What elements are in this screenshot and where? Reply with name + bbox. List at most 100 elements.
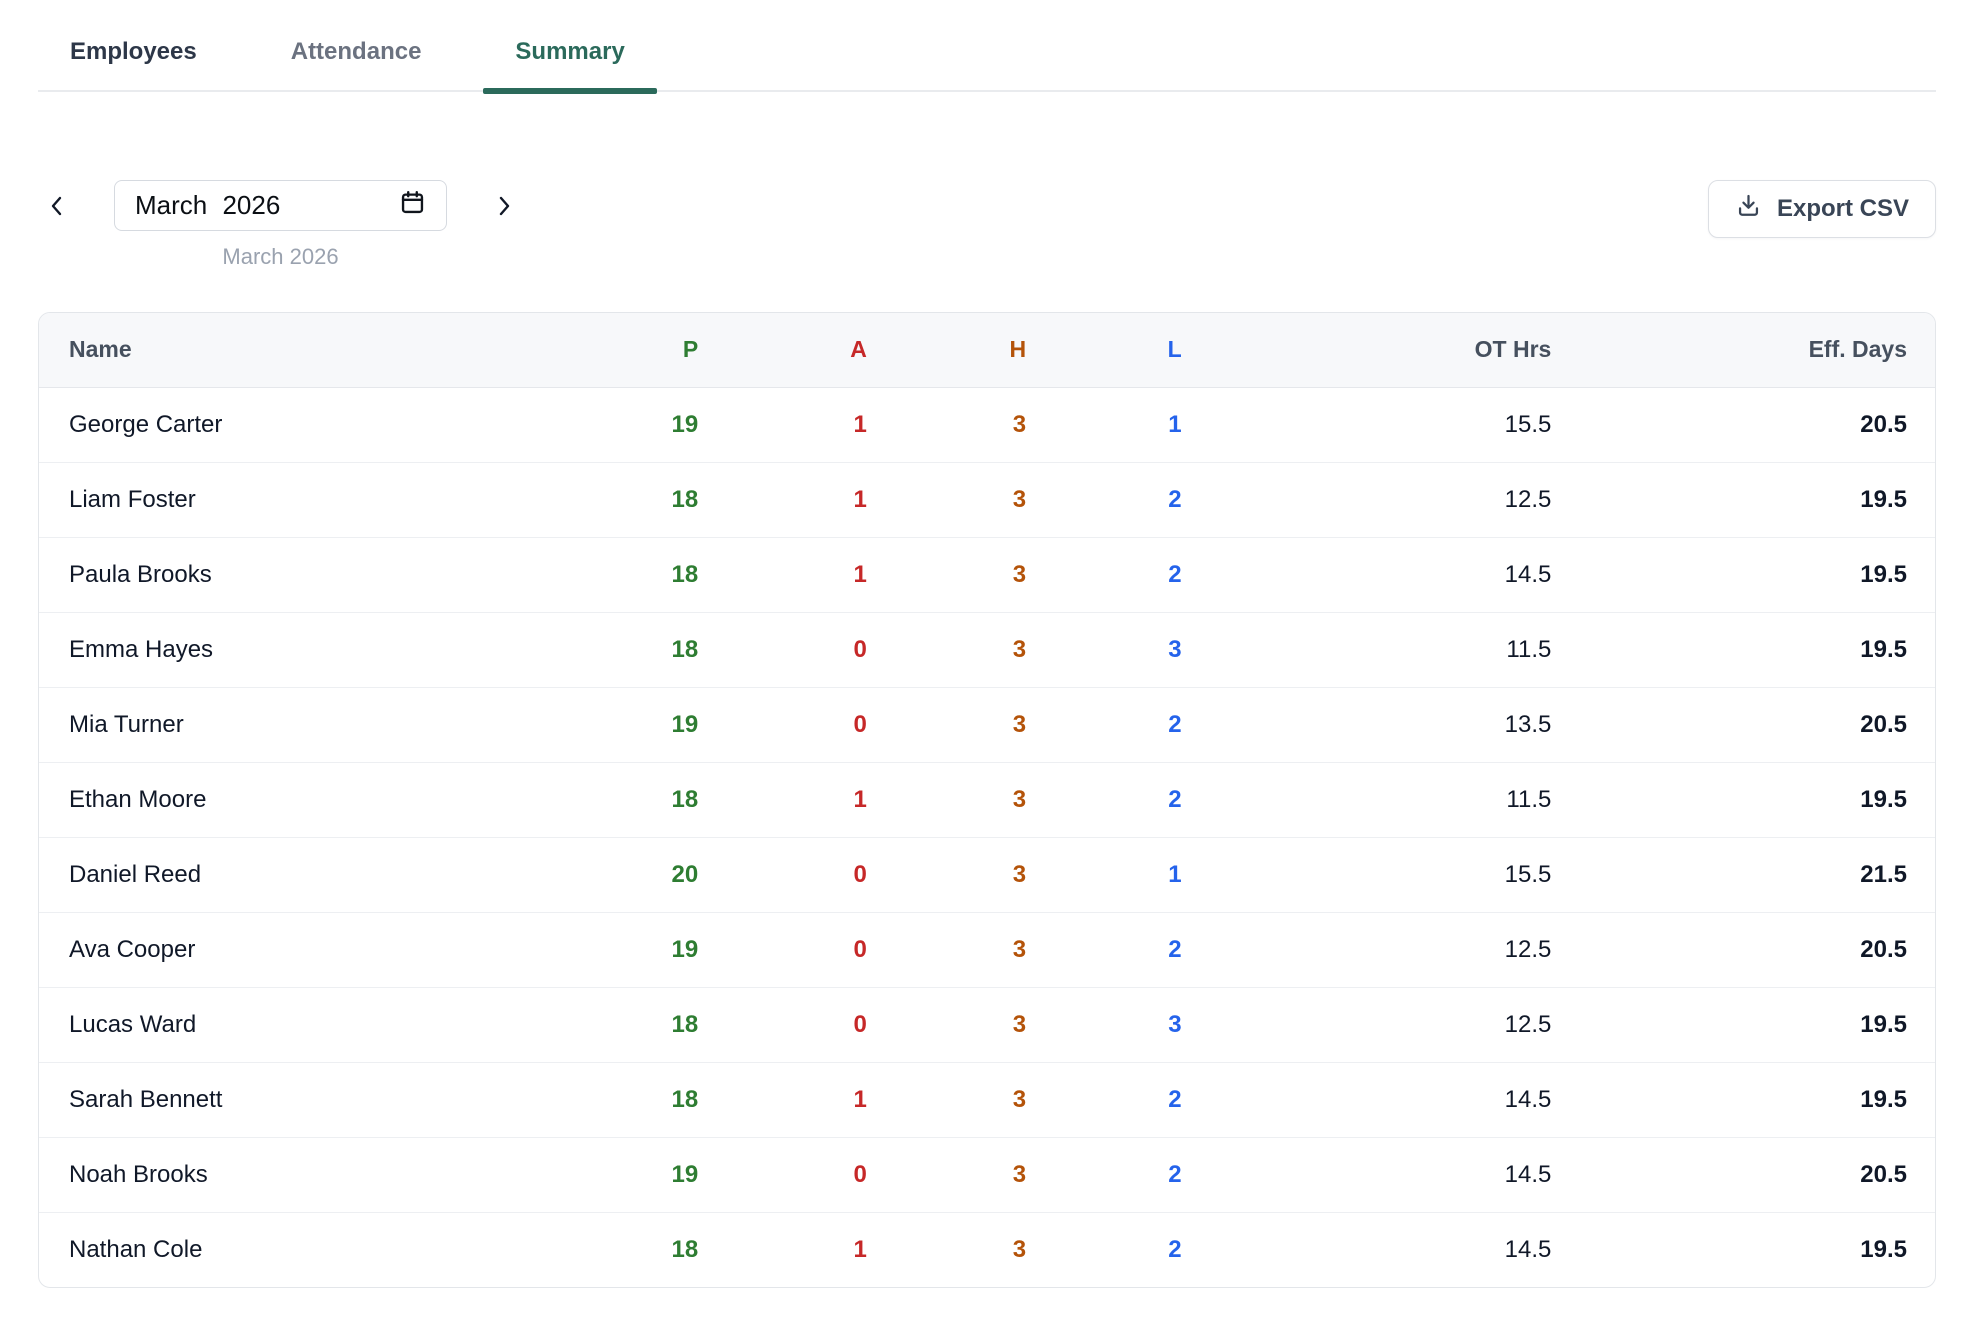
present-days-cell: 19 — [608, 1137, 710, 1212]
employee-name-cell: Paula Brooks — [39, 537, 608, 612]
overtime-hours-cell: 15.5 — [1194, 837, 1564, 912]
holiday-days-cell: 3 — [879, 762, 1038, 837]
absent-days-cell: 0 — [710, 1137, 879, 1212]
effective-days-cell: 20.5 — [1563, 387, 1935, 462]
leave-days-cell: 2 — [1038, 762, 1193, 837]
absent-days-cell: 1 — [710, 1212, 879, 1287]
absent-days-cell: 1 — [710, 762, 879, 837]
overtime-hours-cell: 15.5 — [1194, 387, 1564, 462]
column-header-absent: A — [710, 313, 879, 387]
absent-days-cell: 1 — [710, 387, 879, 462]
column-header-name: Name — [39, 313, 608, 387]
present-days-cell: 18 — [608, 1212, 710, 1287]
column-header-ot-hours: OT Hrs — [1194, 313, 1564, 387]
absent-days-cell: 0 — [710, 987, 879, 1062]
column-header-holiday: H — [879, 313, 1038, 387]
present-days-cell: 19 — [608, 687, 710, 762]
holiday-days-cell: 3 — [879, 837, 1038, 912]
table-body: George Carter 19 1 3 1 15.5 20.5 Liam Fo… — [39, 387, 1935, 1287]
holiday-days-cell: 3 — [879, 987, 1038, 1062]
table-row[interactable]: Lucas Ward 18 0 3 3 12.5 19.5 — [39, 987, 1935, 1062]
table-row[interactable]: Daniel Reed 20 0 3 1 15.5 21.5 — [39, 837, 1935, 912]
holiday-days-cell: 3 — [879, 1062, 1038, 1137]
leave-days-cell: 2 — [1038, 687, 1193, 762]
absent-days-cell: 0 — [710, 912, 879, 987]
table-row[interactable]: Liam Foster 18 1 3 2 12.5 19.5 — [39, 462, 1935, 537]
leave-days-cell: 3 — [1038, 987, 1193, 1062]
next-month-button[interactable] — [493, 192, 515, 220]
effective-days-cell: 20.5 — [1563, 687, 1935, 762]
present-days-cell: 18 — [608, 987, 710, 1062]
employee-name-cell: Mia Turner — [39, 687, 608, 762]
tab-summary[interactable]: Summary — [483, 38, 656, 90]
overtime-hours-cell: 14.5 — [1194, 1212, 1564, 1287]
holiday-days-cell: 3 — [879, 1212, 1038, 1287]
overtime-hours-cell: 11.5 — [1194, 762, 1564, 837]
table-row[interactable]: Ethan Moore 18 1 3 2 11.5 19.5 — [39, 762, 1935, 837]
overtime-hours-cell: 14.5 — [1194, 1137, 1564, 1212]
employee-name-cell: Sarah Bennett — [39, 1062, 608, 1137]
download-icon — [1735, 192, 1762, 226]
chevron-right-icon — [493, 208, 515, 223]
employee-name-cell: Ethan Moore — [39, 762, 608, 837]
table-row[interactable]: Mia Turner 19 0 3 2 13.5 20.5 — [39, 687, 1935, 762]
leave-days-cell: 3 — [1038, 612, 1193, 687]
holiday-days-cell: 3 — [879, 537, 1038, 612]
table-header: Name P A H L OT Hrs Eff. Days — [39, 313, 1935, 387]
chevron-left-icon — [46, 208, 68, 223]
absent-days-cell: 1 — [710, 537, 879, 612]
month-input-value: March 2026 — [135, 190, 280, 221]
employee-name-cell: Nathan Cole — [39, 1212, 608, 1287]
overtime-hours-cell: 14.5 — [1194, 537, 1564, 612]
holiday-days-cell: 3 — [879, 612, 1038, 687]
table-row[interactable]: George Carter 19 1 3 1 15.5 20.5 — [39, 387, 1935, 462]
leave-days-cell: 2 — [1038, 1212, 1193, 1287]
effective-days-cell: 20.5 — [1563, 1137, 1935, 1212]
calendar-icon[interactable] — [399, 189, 426, 223]
effective-days-cell: 19.5 — [1563, 762, 1935, 837]
holiday-days-cell: 3 — [879, 387, 1038, 462]
leave-days-cell: 2 — [1038, 1062, 1193, 1137]
tab-bar: Employees Attendance Summary — [38, 0, 1936, 92]
leave-days-cell: 2 — [1038, 537, 1193, 612]
tab-employees[interactable]: Employees — [38, 38, 229, 90]
absent-days-cell: 0 — [710, 837, 879, 912]
employee-name-cell: Daniel Reed — [39, 837, 608, 912]
absent-days-cell: 1 — [710, 462, 879, 537]
overtime-hours-cell: 12.5 — [1194, 912, 1564, 987]
overtime-hours-cell: 14.5 — [1194, 1062, 1564, 1137]
effective-days-cell: 19.5 — [1563, 1212, 1935, 1287]
leave-days-cell: 1 — [1038, 837, 1193, 912]
leave-days-cell: 2 — [1038, 912, 1193, 987]
effective-days-cell: 20.5 — [1563, 912, 1935, 987]
holiday-days-cell: 3 — [879, 912, 1038, 987]
table-row[interactable]: Nathan Cole 18 1 3 2 14.5 19.5 — [39, 1212, 1935, 1287]
toolbar: March 2026 March 2026 — [38, 180, 1936, 270]
table-row[interactable]: Ava Cooper 19 0 3 2 12.5 20.5 — [39, 912, 1935, 987]
present-days-cell: 18 — [608, 1062, 710, 1137]
table-row[interactable]: Emma Hayes 18 0 3 3 11.5 19.5 — [39, 612, 1935, 687]
effective-days-cell: 19.5 — [1563, 462, 1935, 537]
month-input[interactable]: March 2026 — [114, 180, 447, 231]
holiday-days-cell: 3 — [879, 1137, 1038, 1212]
employee-name-cell: George Carter — [39, 387, 608, 462]
present-days-cell: 20 — [608, 837, 710, 912]
tab-attendance[interactable]: Attendance — [259, 38, 454, 90]
leave-days-cell: 1 — [1038, 387, 1193, 462]
holiday-days-cell: 3 — [879, 687, 1038, 762]
effective-days-cell: 19.5 — [1563, 987, 1935, 1062]
export-csv-button[interactable]: Export CSV — [1708, 180, 1936, 238]
absent-days-cell: 1 — [710, 1062, 879, 1137]
effective-days-cell: 19.5 — [1563, 1062, 1935, 1137]
overtime-hours-cell: 12.5 — [1194, 987, 1564, 1062]
overtime-hours-cell: 11.5 — [1194, 612, 1564, 687]
leave-days-cell: 2 — [1038, 462, 1193, 537]
table-row[interactable]: Paula Brooks 18 1 3 2 14.5 19.5 — [39, 537, 1935, 612]
summary-table-card: Name P A H L OT Hrs Eff. Days George Car… — [38, 312, 1936, 1288]
employee-name-cell: Noah Brooks — [39, 1137, 608, 1212]
overtime-hours-cell: 12.5 — [1194, 462, 1564, 537]
present-days-cell: 18 — [608, 762, 710, 837]
table-row[interactable]: Sarah Bennett 18 1 3 2 14.5 19.5 — [39, 1062, 1935, 1137]
previous-month-button[interactable] — [46, 192, 68, 220]
table-row[interactable]: Noah Brooks 19 0 3 2 14.5 20.5 — [39, 1137, 1935, 1212]
